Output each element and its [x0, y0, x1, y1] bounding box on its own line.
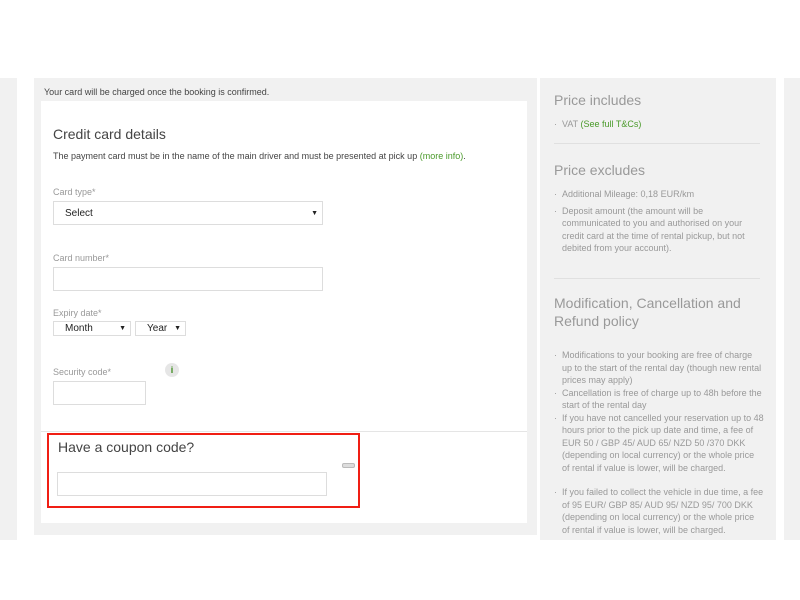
list-item: Deposit amount (the amount will be commu…	[554, 205, 764, 255]
price-excludes-list: Additional Mileage: 0,18 EUR/km Deposit …	[554, 188, 764, 255]
more-info-link[interactable]: (more info)	[420, 151, 464, 161]
price-sidebar: Price includes VAT (See full T&Cs) Price…	[540, 78, 776, 540]
credit-card-form: Credit card details The payment card mus…	[41, 101, 527, 523]
right-background-strip	[784, 78, 800, 540]
coupon-title: Have a coupon code?	[58, 439, 195, 455]
chevron-down-icon: ▼	[119, 325, 126, 332]
expiry-month-select[interactable]: Month ▼	[53, 321, 131, 336]
card-number-input[interactable]	[53, 267, 323, 291]
expiry-year-select[interactable]: Year ▼	[135, 321, 186, 336]
left-background-strip	[0, 78, 17, 540]
credit-card-title: Credit card details	[53, 126, 166, 142]
credit-card-description: The payment card must be in the name of …	[53, 151, 466, 161]
card-number-label: Card number*	[53, 253, 110, 263]
chevron-down-icon: ▼	[311, 209, 318, 217]
chevron-down-icon: ▼	[174, 325, 181, 332]
card-type-select[interactable]: Select ▼	[53, 201, 323, 225]
security-code-input[interactable]	[53, 381, 146, 405]
card-type-value: Select	[65, 207, 93, 219]
description-text: The payment card must be in the name of …	[53, 151, 418, 161]
list-item: Modifications to your booking are free o…	[554, 349, 764, 387]
payment-panel: Your card will be charged once the booki…	[34, 78, 537, 535]
coupon-code-input[interactable]	[57, 472, 327, 496]
section-divider	[41, 431, 527, 432]
see-full-tcs-link[interactable]: (See full T&Cs)	[581, 119, 642, 129]
list-item: If you have not cancelled your reservati…	[554, 412, 764, 475]
card-type-label: Card type*	[53, 187, 96, 197]
price-includes-list: VAT (See full T&Cs)	[554, 118, 764, 131]
charge-note: Your card will be charged once the booki…	[44, 87, 270, 97]
list-item: Cancellation is free of charge up to 48h…	[554, 387, 764, 412]
list-item: VAT (See full T&Cs)	[554, 118, 764, 131]
info-icon[interactable]: i	[165, 363, 179, 377]
price-includes-title: Price includes	[554, 92, 642, 108]
expiry-date-label: Expiry date*	[53, 308, 102, 318]
description-end: .	[463, 151, 466, 161]
coupon-apply-button[interactable]	[342, 463, 355, 468]
price-excludes-title: Price excludes	[554, 162, 646, 178]
expiry-month-value: Month	[65, 323, 93, 334]
vat-text: VAT	[562, 119, 579, 129]
divider	[554, 278, 760, 279]
divider	[554, 143, 760, 144]
security-code-label: Security code*	[53, 367, 112, 377]
expiry-year-value: Year	[147, 323, 168, 334]
list-item: Additional Mileage: 0,18 EUR/km	[554, 188, 764, 201]
coupon-section-highlight: Have a coupon code?	[47, 433, 360, 508]
policy-title: Modification, Cancellation and Refund po…	[554, 295, 741, 329]
policy-list: Modifications to your booking are free o…	[554, 349, 764, 536]
list-item: If you failed to collect the vehicle in …	[554, 486, 764, 536]
